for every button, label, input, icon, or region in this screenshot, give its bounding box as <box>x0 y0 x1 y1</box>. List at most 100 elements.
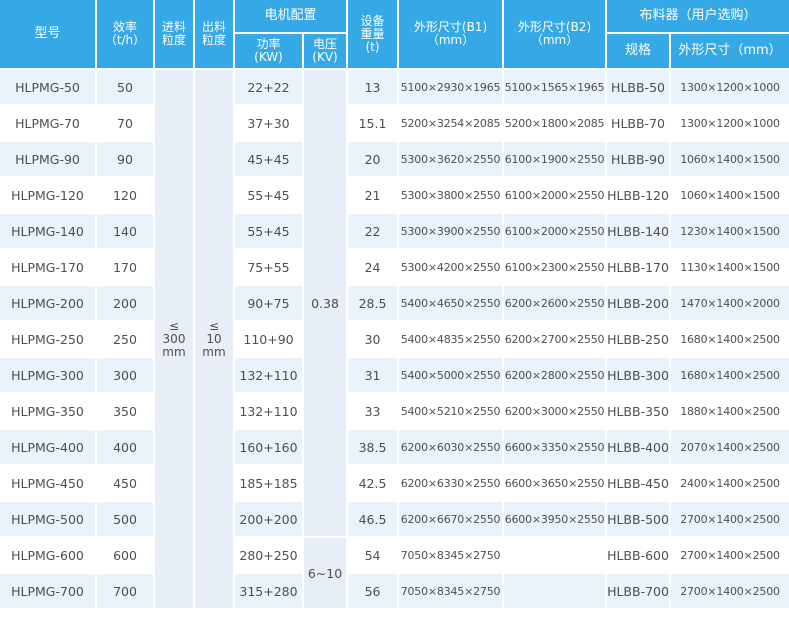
power-cell: 160+160 <box>235 430 304 466</box>
power-cell: 200+200 <box>235 502 304 538</box>
spec-cell: HLBB-140 <box>607 214 672 250</box>
dist-dim-cell: 2700×1400×2500 <box>671 538 789 574</box>
power-cell: 45+45 <box>235 142 304 178</box>
dist-dim-cell: 1230×1400×1500 <box>671 214 789 250</box>
dim-b1-cell: 5300×3900×2550 <box>399 214 505 250</box>
power-cell: 185+185 <box>235 466 304 502</box>
model-cell: HLPMG-140 <box>0 214 97 250</box>
dist-dim-cell: 1130×1400×1500 <box>671 250 789 286</box>
weight-cell: 38.5 <box>348 430 400 466</box>
dim-b1-cell: 6200×6330×2550 <box>399 466 505 502</box>
table-row: HLPMG-300 300 132+110 31 5400×5000×2550 … <box>0 358 789 394</box>
power-cell: 37+30 <box>235 106 304 142</box>
table-row: HLPMG-200 200 90+75 28.5 5400×4650×2550 … <box>0 286 789 322</box>
table-row: HLPMG-400 400 160+160 38.5 6200×6030×255… <box>0 430 789 466</box>
spec-cell: HLBB-400 <box>607 430 672 466</box>
feed-size-cell: ≤300 mm <box>155 70 195 610</box>
dim-b1-cell: 5400×5000×2550 <box>399 358 505 394</box>
table-row: HLPMG-120 120 55+45 21 5300×3800×2550 61… <box>0 178 789 214</box>
table-row: HLPMG-50 50 ≤300 mm ≤10 mm 22+22 0.38 13 5… <box>0 70 789 610</box>
table-row: HLPMG-170 170 75+55 24 5300×4200×2550 61… <box>0 250 789 286</box>
model-cell: HLPMG-400 <box>0 430 97 466</box>
dim-b2-cell: 6600×3650×2550 <box>504 466 608 502</box>
model-cell: HLPMG-170 <box>0 250 97 286</box>
weight-cell: 22 <box>348 214 400 250</box>
weight-cell: 21 <box>348 178 400 214</box>
weight-cell: 20 <box>348 142 400 178</box>
dim-b2-cell: 6200×2700×2550 <box>504 322 608 358</box>
header-dim-b1: 外形尺寸(B1) （mm） <box>399 0 505 70</box>
dim-b2-cell: 6200×2600×2550 <box>504 286 608 322</box>
spec-cell: HLBB-600 <box>607 538 672 574</box>
dim-b2-cell <box>504 574 608 610</box>
dim-b1-cell: 7050×8345×2750 <box>399 538 505 574</box>
spec-cell: HLBB-200 <box>607 286 672 322</box>
discharge-size-cell: ≤10 mm <box>195 70 235 610</box>
efficiency-cell: 400 <box>97 430 155 466</box>
header-weight: 设备 重量 (t) <box>348 0 400 70</box>
header-feed-size: 进料 粒度 <box>155 0 195 70</box>
model-cell: HLPMG-300 <box>0 358 97 394</box>
efficiency-cell: 450 <box>97 466 155 502</box>
dim-b2-cell: 6100×2000×2550 <box>504 178 608 214</box>
model-cell: HLPMG-350 <box>0 394 97 430</box>
efficiency-cell: 90 <box>97 142 155 178</box>
spec-cell: HLBB-90 <box>607 142 672 178</box>
efficiency-cell: 500 <box>97 502 155 538</box>
header-efficiency: 效率 （t/h） <box>97 0 155 70</box>
power-cell: 132+110 <box>235 394 304 430</box>
dim-b2-cell: 5100×1565×1965 <box>504 70 608 106</box>
header-spec: 规格 <box>607 34 672 70</box>
power-cell: 90+75 <box>235 286 304 322</box>
model-cell: HLPMG-90 <box>0 142 97 178</box>
dist-dim-cell: 1680×1400×2500 <box>671 322 789 358</box>
weight-cell: 13 <box>348 70 400 106</box>
efficiency-cell: 70 <box>97 106 155 142</box>
weight-cell: 42.5 <box>348 466 400 502</box>
spec-cell: HLBB-500 <box>607 502 672 538</box>
power-cell: 75+55 <box>235 250 304 286</box>
dim-b2-cell: 6100×1900×2550 <box>504 142 608 178</box>
spec-cell: HLBB-70 <box>607 106 672 142</box>
model-cell: HLPMG-50 <box>0 70 97 106</box>
dim-b1-cell: 7050×8345×2750 <box>399 574 505 610</box>
table-body: HLPMG-50 50 ≤300 mm ≤10 mm 22+22 0.38 13 5… <box>0 70 789 610</box>
dist-dim-cell: 2070×1400×2500 <box>671 430 789 466</box>
table-row: HLPMG-350 350 132+110 33 5400×5210×2550 … <box>0 394 789 430</box>
spec-cell: HLBB-350 <box>607 394 672 430</box>
model-cell: HLPMG-200 <box>0 286 97 322</box>
efficiency-cell: 200 <box>97 286 155 322</box>
efficiency-cell: 700 <box>97 574 155 610</box>
table-row: HLPMG-250 250 110+90 30 5400×4835×2550 6… <box>0 322 789 358</box>
weight-cell: 30 <box>348 322 400 358</box>
dim-b1-cell: 6200×6670×2550 <box>399 502 505 538</box>
power-cell: 55+45 <box>235 178 304 214</box>
voltage-cell-low: 0.38 <box>304 70 349 538</box>
weight-cell: 24 <box>348 250 400 286</box>
table-row: HLPMG-140 140 55+45 22 5300×3900×2550 61… <box>0 214 789 250</box>
dim-b1-cell: 5300×3800×2550 <box>399 178 505 214</box>
header-dist-dim: 外形尺寸（mm） <box>671 34 789 70</box>
efficiency-cell: 170 <box>97 250 155 286</box>
dim-b1-cell: 5300×4200×2550 <box>399 250 505 286</box>
header-power: 功率 (KW) <box>235 34 304 70</box>
weight-cell: 46.5 <box>348 502 400 538</box>
power-cell: 132+110 <box>235 358 304 394</box>
dim-b1-cell: 5400×5210×2550 <box>399 394 505 430</box>
table-row: HLPMG-600 600 280+250 6~10 54 7050×8345×… <box>0 538 789 610</box>
spec-cell: HLBB-700 <box>607 574 672 610</box>
dim-b1-cell: 6200×6030×2550 <box>399 430 505 466</box>
dist-dim-cell: 1880×1400×2500 <box>671 394 789 430</box>
weight-cell: 31 <box>348 358 400 394</box>
dim-b2-cell: 6200×2800×2550 <box>504 358 608 394</box>
weight-cell: 56 <box>348 574 400 610</box>
header-voltage: 电压 (KV) <box>304 34 349 70</box>
spec-cell: HLBB-120 <box>607 178 672 214</box>
dist-dim-cell: 2700×1400×2500 <box>671 502 789 538</box>
dim-b2-cell: 6100×2300×2550 <box>504 250 608 286</box>
header-motor: 电机配置 <box>235 0 349 34</box>
dim-b1-cell: 5400×4650×2550 <box>399 286 505 322</box>
model-cell: HLPMG-700 <box>0 574 97 610</box>
voltage-cell-high: 6~10 <box>304 538 349 610</box>
dim-b2-cell: 6100×2000×2550 <box>504 214 608 250</box>
